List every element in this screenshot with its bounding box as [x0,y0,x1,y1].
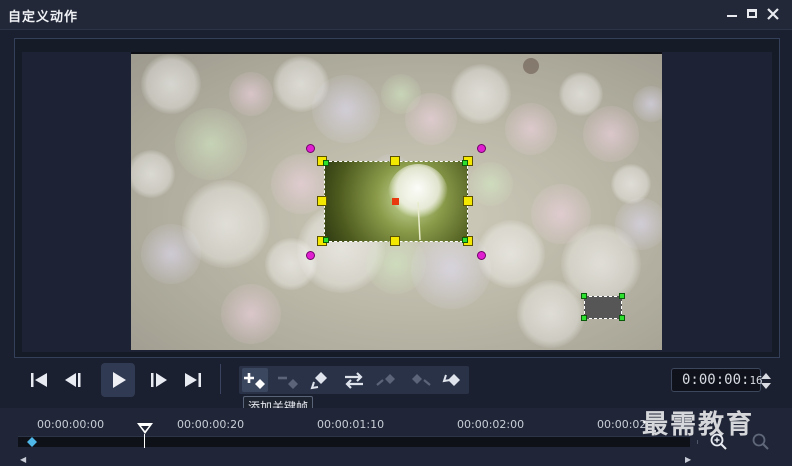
scroll-left-arrow[interactable]: ◀ [20,455,26,464]
distort-handle-bottom-left[interactable] [323,237,329,243]
dandelion-image [388,164,448,240]
rotate-handle-bottom-left[interactable] [306,251,315,260]
play-button[interactable] [101,363,135,397]
swap-keyframe-button[interactable] [341,368,367,392]
timecode-spinner[interactable] [760,371,772,391]
minimize-icon[interactable] [724,6,740,22]
remove-keyframe-button[interactable] [275,368,301,392]
reset-keyframe-button[interactable] [440,368,466,392]
resize-handle-bottom[interactable] [390,236,400,246]
watermark: 最需教育 [642,410,755,440]
go-to-end-button[interactable] [180,367,206,393]
next-frame-button[interactable] [146,367,172,393]
previous-keyframe-button[interactable] [374,368,400,392]
scroll-right-arrow[interactable]: ▶ [685,455,691,464]
tick-label: 00:00:02 [597,418,647,431]
add-keyframe-icon [244,373,265,389]
skip-end-icon [185,373,201,387]
tick-label: 00:00:02:00 [457,418,525,431]
go-to-start-button[interactable] [26,367,52,393]
playhead-line [144,434,145,448]
rotate-handle-top-right[interactable] [477,144,486,153]
flip-keyframe-button[interactable] [308,368,334,392]
timecode-main: 0:00:00:16 [682,372,763,388]
distort-handle-top-right[interactable] [462,160,468,166]
tick-label: 00:00:01:10 [317,418,385,431]
swap-icon [345,372,363,389]
title-bar: 自定义动作 [0,0,792,30]
window-title: 自定义动作 [8,10,79,25]
reset-keyframe-icon [442,374,460,386]
keyframe-marker[interactable] [27,437,37,447]
step-back-icon [65,373,81,387]
step-forward-icon [151,373,167,387]
previous-frame-button[interactable] [60,367,86,393]
maximize-icon[interactable] [744,6,760,22]
rotate-handle-bottom-right[interactable] [477,251,486,260]
close-icon[interactable] [765,6,781,22]
flip-keyframe-icon [310,372,327,390]
shadow-frame[interactable] [584,296,622,319]
shadow-handle-bottom-left[interactable] [581,315,587,321]
next-keyframe-button[interactable] [407,368,433,392]
resize-handle-left[interactable] [317,196,327,206]
resize-handle-right[interactable] [463,196,473,206]
center-point[interactable] [392,198,399,205]
shadow-handle-bottom-right[interactable] [619,315,625,321]
timecode-field[interactable]: 0:00:00:16 [671,368,763,392]
playhead-handle[interactable] [136,422,154,436]
tick-label: 00:00:00:20 [177,418,245,431]
remove-keyframe-icon [278,376,298,389]
shadow-handle-top-left[interactable] [581,293,587,299]
resize-handle-top[interactable] [390,156,400,166]
zoom-out-icon[interactable] [752,433,770,451]
shadow-handle-top-right[interactable] [619,293,625,299]
prev-keyframe-icon [376,374,395,386]
keyframe-track[interactable] [18,436,690,447]
separator [220,364,221,394]
play-icon [113,372,126,388]
skip-start-icon [31,373,47,387]
add-keyframe-button[interactable] [242,368,268,392]
rotate-handle-top-left[interactable] [306,144,315,153]
distort-handle-top-left[interactable] [323,160,329,166]
distort-handle-bottom-right[interactable] [462,237,468,243]
next-keyframe-icon [412,374,431,386]
tick-label: 00:00:00:00 [37,418,105,431]
